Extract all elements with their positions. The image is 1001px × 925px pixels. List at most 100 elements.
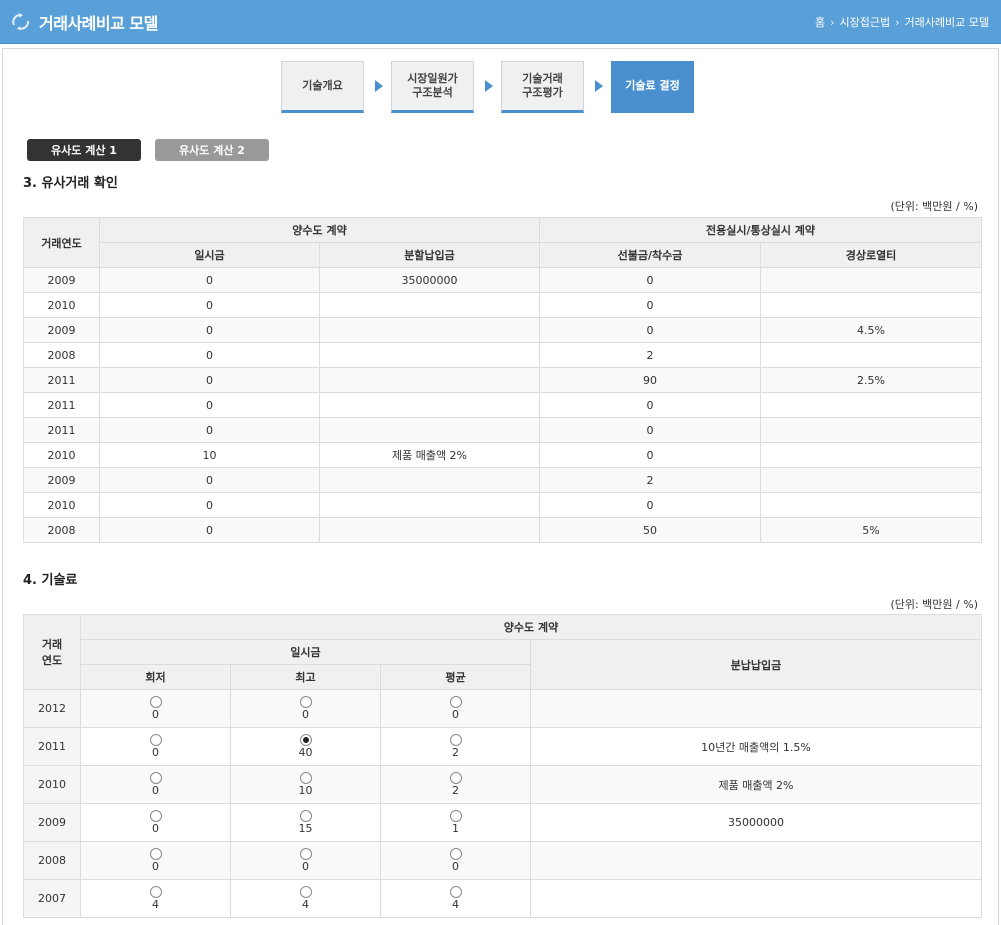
radio-value: 1 (452, 822, 459, 835)
radio-avg[interactable] (449, 696, 462, 708)
radio-option: 0 (81, 810, 230, 835)
cell-lump: 0 (99, 492, 320, 518)
col-lump-sum: 일시금 (80, 639, 531, 665)
cell-royalty: 5% (759, 517, 983, 543)
step-market-structure[interactable]: 시장일원가 구조분석 (391, 61, 474, 113)
breadcrumb-market[interactable]: 시장접근법 (840, 14, 891, 30)
cell-install (319, 492, 540, 518)
cell-avg: 4 (380, 879, 531, 918)
radio-option: 0 (231, 696, 380, 721)
radio-max[interactable] (299, 886, 312, 898)
col-year: 거래연도 (23, 217, 100, 268)
cell-royalty (759, 442, 983, 468)
col-group-transfer: 양수도 계약 (80, 614, 982, 640)
radio-min[interactable] (149, 772, 162, 784)
table-row: 2008 0 50 5% (23, 517, 983, 543)
cell-advance: 0 (539, 417, 761, 443)
radio-option: 40 (231, 734, 380, 759)
cell-royalty (759, 492, 983, 518)
col-installment: 분납납입금 (530, 639, 982, 690)
cell-min: 4 (80, 879, 231, 918)
cell-royalty (759, 417, 983, 443)
radio-avg[interactable] (449, 810, 462, 822)
radio-value: 15 (298, 822, 313, 835)
cell-install: 35000000 (319, 267, 540, 293)
cell-royalty (759, 267, 983, 293)
cell-year: 2011 (23, 417, 100, 443)
cell-year: 2009 (23, 467, 100, 493)
section4-title: 4. 기술료 (23, 573, 78, 588)
table-row: 2008 0 2 (23, 342, 983, 368)
radio-min[interactable] (149, 886, 162, 898)
cell-install (319, 367, 540, 393)
radio-option: 0 (231, 848, 380, 873)
radio-avg[interactable] (449, 848, 462, 860)
col-year-label: 거래 (41, 638, 63, 651)
cell-lump: 0 (99, 517, 320, 543)
tab-similarity-1[interactable]: 유사도 계산 1 (27, 139, 141, 161)
tab-similarity-2[interactable]: 유사도 계산 2 (155, 139, 269, 161)
cell-max: 10 (230, 765, 381, 804)
page-title: 거래사례비교 모델 (39, 14, 158, 33)
radio-value: 0 (152, 822, 159, 835)
radio-min[interactable] (149, 810, 162, 822)
content-panel: 기술개요 시장일원가 구조분석 기술거래 구조평가 기술료 결정 유사도 계산 1 … (2, 48, 999, 925)
chevron-right-icon: › (895, 15, 900, 29)
radio-avg[interactable] (449, 772, 462, 784)
table-row: 2011 0 0 (23, 417, 983, 443)
radio-option: 4 (231, 886, 380, 911)
cell-advance: 0 (539, 492, 761, 518)
radio-max[interactable] (299, 810, 312, 822)
col-min: 회저 (80, 664, 231, 690)
cell-install (319, 342, 540, 368)
section3-unit: (단위: 백만원 / %) (890, 200, 978, 213)
cell-avg: 2 (380, 727, 531, 766)
radio-max[interactable] (299, 848, 312, 860)
table-row: 2010 10 제품 매출액 2% 0 (23, 442, 983, 468)
cell-lump: 0 (99, 417, 320, 443)
radio-option: 4 (81, 886, 230, 911)
cell-year: 2008 (23, 517, 100, 543)
step-deal-structure[interactable]: 기술거래 구조평가 (501, 61, 584, 113)
col-max: 최고 (230, 664, 381, 690)
step-label: 구조평가 (522, 86, 563, 99)
radio-max[interactable] (299, 772, 312, 784)
similar-deals-body: 2009 0 35000000 0 2010 0 0 2009 0 0 4.5% 2008 0 2 2011… (23, 267, 983, 543)
breadcrumb-current: 거래사례비교 모델 (904, 16, 989, 29)
cell-year: 2007 (23, 879, 81, 918)
radio-max[interactable] (299, 734, 312, 746)
radio-min[interactable] (149, 696, 162, 708)
table-row: 2009 0 15 1 35000000 (23, 803, 982, 842)
cell-advance: 90 (539, 367, 761, 393)
step-tech-overview[interactable]: 기술개요 (281, 61, 364, 113)
cell-year: 2011 (23, 392, 100, 418)
radio-max[interactable] (299, 696, 312, 708)
radio-avg[interactable] (449, 734, 462, 746)
step-label: 기술료 결정 (625, 79, 680, 92)
breadcrumb-home[interactable]: 홈 (815, 14, 825, 30)
radio-min[interactable] (149, 734, 162, 746)
cell-install (319, 517, 540, 543)
cell-installment: 제품 매출액 2% (530, 765, 982, 804)
cell-year: 2009 (23, 317, 100, 343)
cell-royalty: 4.5% (759, 317, 983, 343)
cell-installment (530, 689, 982, 728)
similar-deals-table: 거래연도 양수도 계약 전용실시/통상실시 계약 일시금 분할납입금 선불금/착… (23, 217, 983, 543)
table-row: 2012 0 0 0 (23, 689, 982, 728)
radio-value: 4 (452, 898, 459, 911)
cell-avg: 2 (380, 765, 531, 804)
cell-install (319, 292, 540, 318)
cell-lump: 10 (99, 442, 320, 468)
royalty-table: 거래 연도 양수도 계약 일시금 분납납입금 회저 최고 평균 2012 0 0 0 20… (23, 614, 982, 918)
cell-advance: 0 (539, 317, 761, 343)
step-royalty-decision[interactable]: 기술료 결정 (611, 61, 694, 113)
cell-advance: 0 (539, 267, 761, 293)
col-year-label: 연도 (41, 654, 63, 667)
col-avg: 평균 (380, 664, 531, 690)
radio-min[interactable] (149, 848, 162, 860)
cell-year: 2011 (23, 367, 100, 393)
radio-avg[interactable] (449, 886, 462, 898)
step-label: 기술거래 (522, 72, 563, 85)
cell-install: 제품 매출액 2% (319, 442, 540, 468)
cell-year: 2008 (23, 342, 100, 368)
